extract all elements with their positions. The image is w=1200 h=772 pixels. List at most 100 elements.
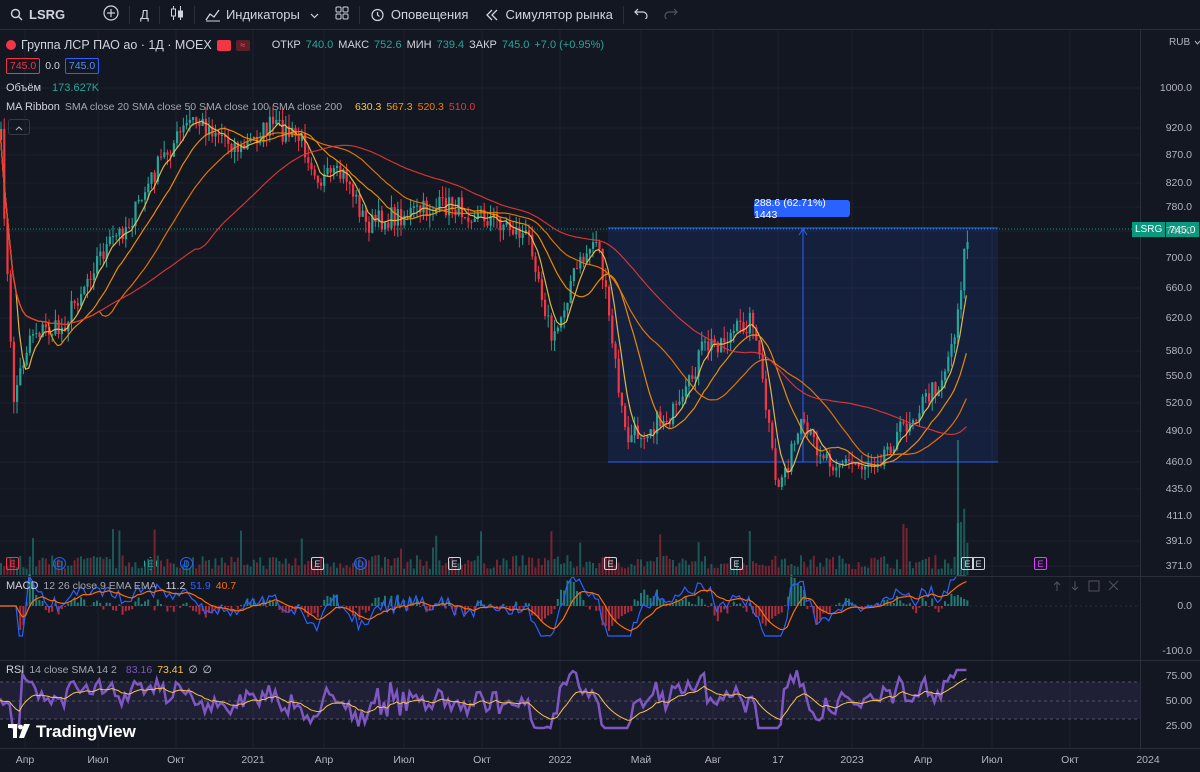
collapse-legend-button[interactable] bbox=[8, 119, 30, 135]
volume-bar bbox=[576, 566, 578, 575]
rsi-legend[interactable]: RSI 14 close SMA 14 2 83.16 73.41 ∅ ∅ bbox=[6, 664, 212, 676]
macd-histogram-bar bbox=[518, 606, 521, 609]
maximize-pane-icon[interactable] bbox=[1088, 580, 1100, 595]
macd-histogram-bar bbox=[236, 606, 239, 610]
currency-selector[interactable]: RUB bbox=[1169, 37, 1200, 48]
buy-price-button[interactable]: 745.0 bbox=[64, 58, 100, 74]
candle-body bbox=[732, 330, 735, 333]
macd-histogram-bar bbox=[723, 606, 726, 610]
macd-histogram-bar bbox=[540, 606, 543, 622]
volume-bar bbox=[828, 559, 831, 575]
rsi-params: 14 close SMA 14 2 bbox=[29, 664, 117, 676]
event-marker-icon[interactable]: E bbox=[448, 557, 461, 570]
ma-ribbon-legend[interactable]: MA Ribbon SMA close 20 SMA close 50 SMA … bbox=[6, 101, 475, 113]
price-tick-label: 435.0 bbox=[1165, 483, 1192, 495]
event-marker-icon[interactable]: D bbox=[53, 557, 66, 570]
volume-bar bbox=[832, 557, 834, 575]
candle-body bbox=[147, 183, 150, 193]
volume-bar bbox=[812, 555, 815, 575]
arrow-down-icon[interactable] bbox=[1070, 580, 1080, 595]
candle-body bbox=[835, 467, 838, 471]
volume-bar bbox=[249, 566, 252, 575]
pane-divider[interactable] bbox=[0, 660, 1200, 661]
time-axis-label: Июл bbox=[87, 754, 109, 766]
volume-legend[interactable]: Объём 173.627K bbox=[6, 82, 99, 94]
price-scale[interactable]: RUB bbox=[1140, 30, 1200, 750]
candle-body bbox=[864, 466, 867, 470]
volume-bar bbox=[572, 567, 575, 575]
candle-body bbox=[272, 116, 275, 124]
event-marker-icon[interactable]: E bbox=[1034, 557, 1047, 570]
macd-histogram-bar bbox=[908, 603, 911, 606]
volume-bar bbox=[547, 560, 550, 575]
event-marker-icon[interactable]: D bbox=[180, 557, 193, 570]
candle-body bbox=[355, 194, 358, 197]
symbol-legend: Группа ЛСР ПАО ао · 1Д · MOEX ≈ ОТКР 740.… bbox=[6, 38, 604, 52]
volume-bar bbox=[944, 559, 946, 575]
candle-body bbox=[825, 454, 828, 459]
time-axis-label: 2022 bbox=[548, 754, 572, 766]
macd-histogram-bar bbox=[227, 606, 230, 608]
volume-bar bbox=[294, 558, 297, 575]
macd-histogram-bar bbox=[672, 604, 674, 606]
event-marker-icon[interactable]: E bbox=[730, 557, 743, 570]
volume-bar bbox=[889, 567, 892, 575]
volume-bar bbox=[694, 561, 697, 575]
volume-bar bbox=[70, 565, 73, 575]
sell-price-button[interactable]: 745.0 bbox=[6, 58, 41, 74]
macd-histogram-bar bbox=[374, 597, 377, 606]
volume-bar bbox=[841, 558, 844, 575]
event-marker-icon[interactable]: E bbox=[972, 557, 985, 570]
candle-body bbox=[358, 194, 361, 217]
macd-tick-label: 0.0 bbox=[1177, 600, 1192, 612]
macd-histogram-bar bbox=[704, 604, 706, 606]
event-marker-icon[interactable]: E bbox=[311, 557, 324, 570]
candle-body bbox=[953, 337, 956, 345]
candle-body bbox=[118, 228, 121, 236]
macd-legend[interactable]: MACD 12 26 close 9 EMA EMA 11.2 51.9 40.… bbox=[6, 580, 236, 592]
volume-bar bbox=[585, 561, 588, 575]
price-tick-label: 391.0 bbox=[1165, 535, 1192, 547]
ma-ribbon-params: SMA close 20 SMA close 50 SMA close 100 … bbox=[64, 101, 343, 113]
tradingview-logo[interactable]: TradingView bbox=[8, 722, 136, 742]
event-marker-icon[interactable]: D bbox=[354, 557, 367, 570]
volume-bar bbox=[243, 565, 246, 575]
price-tick-label: 870.0 bbox=[1165, 149, 1192, 161]
macd-histogram-bar bbox=[553, 606, 556, 610]
candle-body bbox=[278, 119, 281, 121]
candle-body bbox=[332, 168, 335, 173]
volume-bar bbox=[441, 565, 444, 575]
volume-bar bbox=[748, 530, 751, 575]
macd-histogram-bar bbox=[240, 605, 242, 606]
volume-bar bbox=[480, 531, 482, 575]
close-pane-icon[interactable] bbox=[1108, 580, 1119, 595]
arrow-up-icon[interactable] bbox=[1052, 580, 1062, 595]
macd-histogram-bar bbox=[675, 599, 678, 606]
market-status-badge[interactable] bbox=[216, 39, 231, 51]
symbol-title[interactable]: Группа ЛСР ПАО ао · 1Д · MOEX bbox=[21, 38, 212, 52]
candle-body bbox=[886, 446, 889, 450]
volume-bar bbox=[617, 562, 620, 575]
price-tick-label: 460.0 bbox=[1165, 456, 1192, 468]
bid-ask-row: 745.0 0.0 745.0 bbox=[6, 58, 100, 74]
volume-bar bbox=[25, 568, 28, 575]
event-marker-icon[interactable]: E bbox=[6, 557, 19, 570]
macd-histogram-bar bbox=[131, 606, 134, 610]
volume-bar bbox=[905, 528, 908, 575]
volume-bar bbox=[483, 563, 486, 575]
candle-body bbox=[576, 268, 579, 270]
macd-histogram-bar bbox=[572, 582, 575, 606]
volume-bar bbox=[582, 567, 585, 575]
volume-bar bbox=[915, 562, 918, 575]
macd-histogram-bar bbox=[800, 585, 802, 606]
market-session-badge[interactable]: ≈ bbox=[235, 39, 250, 51]
time-axis-label: Июл bbox=[981, 754, 1003, 766]
volume-bar bbox=[214, 558, 217, 575]
volume-bar bbox=[774, 555, 777, 575]
volume-bar bbox=[486, 568, 489, 575]
pane-divider[interactable] bbox=[0, 576, 1200, 577]
volume-bar bbox=[105, 556, 108, 575]
measure-label[interactable]: 288.6 (62.71%) 1443 bbox=[754, 197, 850, 221]
macd-histogram-bar bbox=[921, 597, 924, 606]
event-marker-icon[interactable]: E bbox=[604, 557, 617, 570]
